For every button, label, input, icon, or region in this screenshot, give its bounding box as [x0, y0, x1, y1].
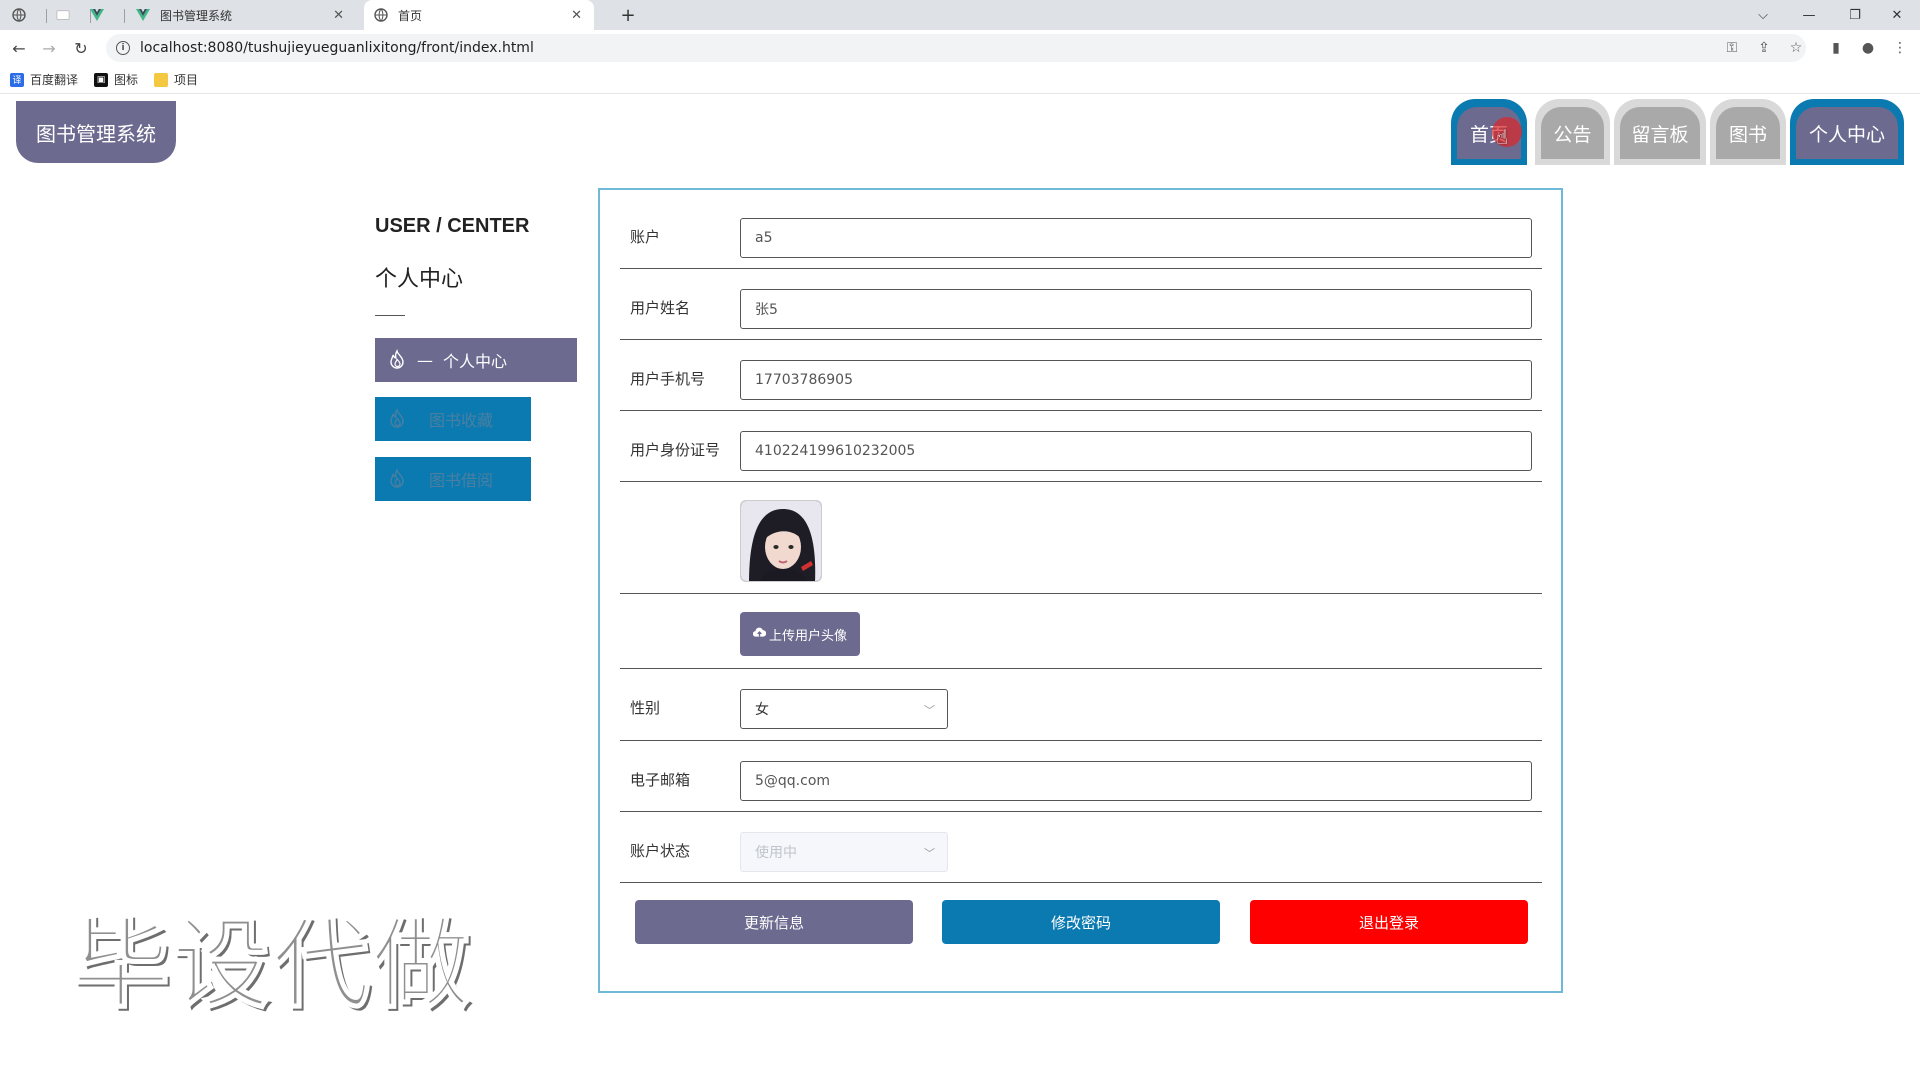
- icon-site-icon: ▣: [94, 72, 109, 87]
- update-info-button[interactable]: 更新信息: [635, 900, 913, 944]
- gender-label: 性别: [630, 699, 661, 717]
- form-row-name: 用户姓名 张5: [620, 269, 1542, 340]
- menu-icon[interactable]: ⋮: [1890, 38, 1910, 58]
- close-window-icon[interactable]: ✕: [1874, 0, 1920, 30]
- name-input[interactable]: 张5: [740, 289, 1532, 329]
- chevron-down-icon: ﹀: [924, 847, 935, 860]
- globe-icon: [12, 8, 26, 22]
- sidebar-item-label: 个人中心: [443, 352, 508, 371]
- logout-button[interactable]: 退出登录: [1250, 900, 1528, 944]
- cloud-upload-icon: [752, 627, 767, 642]
- blank-page-icon: [56, 8, 70, 22]
- key-icon[interactable]: ⚿: [1722, 38, 1742, 58]
- browser-tab-library-system[interactable]: 图书管理系统 ✕: [126, 0, 356, 30]
- browser-tab[interactable]: [4, 0, 44, 30]
- form-row-status: 账户状态 使用中 ﹀: [620, 812, 1542, 883]
- side-panel-icon[interactable]: ▮: [1826, 38, 1846, 58]
- tab-title: 首页: [398, 8, 423, 23]
- sidebar-title-en: USER / CENTER: [375, 215, 530, 237]
- id-card-label: 用户身份证号: [630, 441, 721, 459]
- sidebar-divider: [375, 315, 405, 316]
- tab-search-icon[interactable]: ⌵: [1740, 0, 1786, 30]
- browser-toolbar: ← → ↻ i localhost:8080/tushujieyueguanli…: [0, 30, 1920, 66]
- browser-tab[interactable]: [82, 0, 122, 30]
- reload-icon[interactable]: ↻: [68, 36, 94, 60]
- user-info-form: 账户 a5 用户姓名 张5 用户手机号 17703786905 用户身份证号 4…: [598, 188, 1563, 993]
- form-row-gender: 性别 女 ﹀: [620, 669, 1542, 741]
- browser-tab-strip: 图书管理系统 ✕ 首页 ✕ + ⌵ — ❐ ✕: [0, 0, 1920, 30]
- vue-logo-icon: [136, 8, 150, 22]
- url-text: localhost:8080/tushujieyueguanlixitong/f…: [140, 40, 534, 56]
- bookmark-icons[interactable]: ▣ 图标: [94, 71, 138, 88]
- form-row-account: 账户 a5: [620, 190, 1542, 269]
- form-row-upload: 上传用户头像: [620, 594, 1542, 669]
- address-bar[interactable]: i localhost:8080/tushujieyueguanlixitong…: [106, 34, 1806, 62]
- sidebar-item-book-borrowing[interactable]: 图书借阅: [375, 457, 531, 501]
- nav-books[interactable]: 图书: [1710, 99, 1786, 165]
- close-icon[interactable]: ✕: [571, 8, 582, 23]
- chevron-down-icon: ﹀: [924, 704, 935, 717]
- status-select: 使用中 ﹀: [740, 832, 948, 872]
- restore-icon[interactable]: ❐: [1832, 0, 1878, 30]
- vue-logo-icon: [90, 8, 104, 22]
- hand-cursor-icon: ☝: [1496, 125, 1509, 149]
- email-label: 电子邮箱: [630, 771, 691, 789]
- share-icon[interactable]: ⇪: [1754, 38, 1774, 58]
- new-tab-button[interactable]: +: [614, 0, 642, 30]
- gender-select[interactable]: 女 ﹀: [740, 689, 948, 729]
- nav-message-board[interactable]: 留言板: [1614, 99, 1706, 165]
- back-icon[interactable]: ←: [6, 36, 32, 60]
- status-label: 账户状态: [630, 842, 691, 860]
- tab-title: 图书管理系统: [160, 8, 233, 23]
- bookmark-baidu-translate[interactable]: 译 百度翻译: [10, 71, 78, 88]
- upload-avatar-button[interactable]: 上传用户头像: [740, 612, 860, 656]
- browser-tab-home[interactable]: 首页 ✕: [364, 0, 594, 30]
- bookmarks-bar: 译 百度翻译 ▣ 图标 项目: [0, 66, 1920, 94]
- form-row-avatar: [620, 482, 1542, 594]
- sidebar-item-label: 图书收藏: [429, 411, 494, 430]
- info-icon[interactable]: i: [116, 41, 130, 55]
- account-input[interactable]: a5: [740, 218, 1532, 258]
- flame-icon: [385, 407, 409, 431]
- nav-user-center[interactable]: 个人中心: [1790, 99, 1904, 165]
- sidebar-title-cn: 个人中心: [375, 267, 464, 292]
- minimize-icon[interactable]: —: [1786, 0, 1832, 30]
- bookmark-projects[interactable]: 项目: [154, 71, 198, 88]
- sidebar-item-label: 图书借阅: [429, 471, 494, 490]
- form-row-id-card: 用户身份证号 410224199610232005: [620, 411, 1542, 482]
- site-logo[interactable]: 图书管理系统: [16, 101, 176, 163]
- sidebar-item-user-center[interactable]: — 个人中心: [375, 338, 577, 382]
- phone-input[interactable]: 17703786905: [740, 360, 1532, 400]
- form-row-phone: 用户手机号 17703786905: [620, 340, 1542, 411]
- flame-icon: [385, 467, 409, 491]
- id-card-input[interactable]: 410224199610232005: [740, 431, 1532, 471]
- page-content: 图书管理系统 首页 公告 留言板 图书 个人中心 ☝ USER / CENTER…: [0, 95, 1920, 1072]
- flame-icon: [385, 348, 409, 372]
- folder-icon: [154, 72, 169, 87]
- profile-icon[interactable]: ●: [1858, 38, 1878, 58]
- nav-notice[interactable]: 公告: [1535, 99, 1610, 165]
- star-icon[interactable]: ☆: [1786, 38, 1806, 58]
- user-avatar-image[interactable]: [740, 500, 822, 582]
- globe-icon: [374, 8, 388, 22]
- account-label: 账户: [630, 228, 661, 246]
- phone-label: 用户手机号: [630, 370, 706, 388]
- watermark-text: 毕设代做: [71, 907, 473, 1023]
- sidebar-item-book-favorites[interactable]: 图书收藏: [375, 397, 531, 441]
- translate-icon: 译: [10, 72, 24, 87]
- forward-icon[interactable]: →: [36, 36, 62, 60]
- change-password-button[interactable]: 修改密码: [942, 900, 1220, 944]
- email-input[interactable]: 5@qq.com: [740, 761, 1532, 801]
- form-row-email: 电子邮箱 5@qq.com: [620, 741, 1542, 812]
- name-label: 用户姓名: [630, 299, 691, 317]
- close-icon[interactable]: ✕: [333, 8, 344, 23]
